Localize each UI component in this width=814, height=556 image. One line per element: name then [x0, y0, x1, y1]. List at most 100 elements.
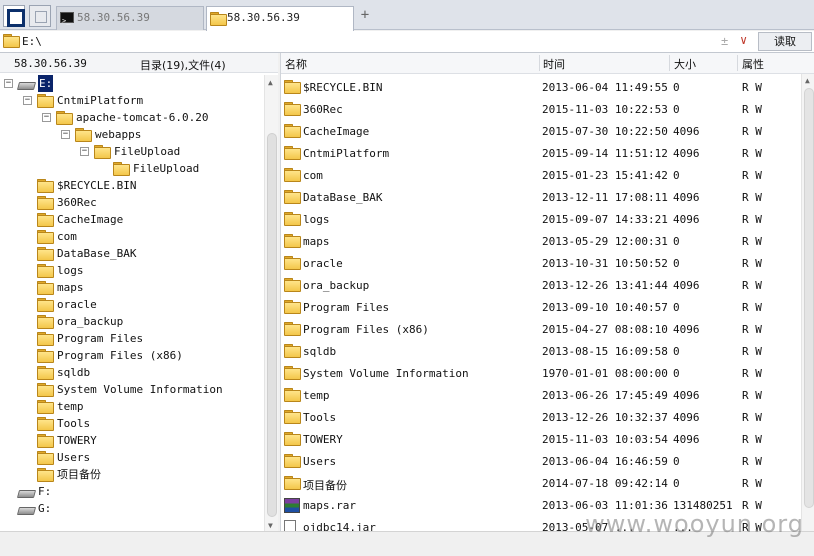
table-row[interactable]: ora_backup 2013-12-26 13:41:44 4096 R W [281, 275, 801, 297]
cell-attr: R W [742, 477, 762, 490]
scroll-up-icon[interactable]: ▲ [268, 78, 273, 87]
folder-icon [113, 162, 130, 176]
folder-icon [37, 468, 54, 482]
cell-size: 0 [673, 455, 680, 468]
cell-attr: R W [742, 345, 762, 358]
cell-size: 4096 [673, 213, 700, 226]
folder-icon [37, 434, 54, 448]
folder-icon [284, 476, 301, 490]
scroll-down-icon[interactable]: ▼ [268, 521, 273, 530]
table-row[interactable]: com 2015-01-23 15:41:42 0 R W [281, 165, 801, 187]
path-input[interactable]: E:\ [22, 35, 42, 48]
folder-icon [284, 190, 301, 204]
folder-icon [37, 366, 54, 380]
scroll-up-icon[interactable]: ▲ [805, 76, 810, 85]
collapse-icon[interactable]: − [23, 96, 32, 105]
cell-name: Users [303, 455, 337, 468]
cell-time: 2013-06-04 16:46:59 [542, 455, 668, 468]
tree-item-label: $RECYCLE.BIN [57, 179, 137, 192]
cell-time: 2013-12-26 13:41:44 [542, 279, 668, 292]
folder-icon [284, 344, 301, 358]
table-row[interactable]: maps 2013-05-29 12:00:31 0 R W [281, 231, 801, 253]
scrollbar-thumb[interactable] [804, 88, 814, 508]
table-row[interactable]: 项目备份 2014-07-18 09:42:14 0 R W [281, 473, 801, 495]
cell-name: sqldb [303, 345, 337, 358]
new-window-button[interactable] [29, 5, 51, 27]
cell-name: com [303, 169, 323, 182]
table-row[interactable]: CacheImage 2015-07-30 10:22:50 4096 R W [281, 121, 801, 143]
folder-icon [284, 168, 301, 182]
column-time[interactable]: 时间 [543, 56, 565, 72]
scrollbar-thumb[interactable] [267, 133, 277, 517]
cell-attr: R W [742, 411, 762, 424]
add-tab-icon[interactable]: + [358, 8, 372, 22]
folder-icon [284, 102, 301, 116]
table-row[interactable]: System Volume Information 1970-01-01 08:0… [281, 363, 801, 385]
tree-item-label: logs [57, 264, 84, 277]
table-row[interactable]: TOWERY 2015-11-03 10:03:54 4096 R W [281, 429, 801, 451]
tree-item-label: CacheImage [57, 213, 124, 226]
column-attr[interactable]: 属性 [742, 56, 764, 72]
folder-icon [37, 94, 54, 108]
collapse-icon[interactable]: − [61, 130, 70, 139]
cell-attr: R W [742, 301, 762, 314]
table-row[interactable]: oracle 2013-10-31 10:50:52 0 R W [281, 253, 801, 275]
folder-icon [37, 281, 54, 295]
table-row[interactable]: temp 2013-06-26 17:45:49 4096 R W [281, 385, 801, 407]
tab-file-manager[interactable]: 58.30.56.39 [206, 6, 354, 31]
cell-time: 2015-04-27 08:08:10 [542, 323, 668, 336]
cell-size: 0 [673, 257, 680, 270]
cell-name: 项目备份 [303, 479, 347, 492]
cell-name: Tools [303, 411, 337, 424]
cell-size: 4096 [673, 389, 700, 402]
table-row[interactable]: sqldb 2013-08-15 16:09:58 0 R W [281, 341, 801, 363]
tab-label: 58.30.56.39 [227, 11, 300, 24]
cell-name: maps.rar [303, 499, 356, 512]
tree-item-label: FileUpload [133, 162, 200, 175]
plus-minus-icon[interactable]: ± [721, 34, 728, 48]
column-name[interactable]: 名称 [285, 56, 307, 72]
tree-scrollbar[interactable]: ▲ ▼ [264, 75, 278, 533]
table-row[interactable]: 360Rec 2015-11-03 10:22:53 0 R W [281, 99, 801, 121]
collapse-icon[interactable]: − [42, 113, 51, 122]
table-row[interactable]: Program Files (x86) 2015-04-27 08:08:10 40… [281, 319, 801, 341]
path-bar: E:\ ± ∨ 读取 [0, 31, 814, 53]
tree-item-label: CntmiPlatform [57, 94, 144, 107]
layout-toggle-button[interactable] [3, 5, 25, 27]
table-row[interactable]: Users 2013-06-04 16:46:59 0 R W [281, 451, 801, 473]
table-row[interactable]: DataBase_BAK 2013-12-11 17:08:11 4096 R W [281, 187, 801, 209]
column-size[interactable]: 大小 [674, 56, 696, 72]
table-row[interactable]: $RECYCLE.BIN 2013-06-04 11:49:55 0 R W [281, 77, 801, 99]
cell-time: 2013-09-10 10:40:57 [542, 301, 668, 314]
cell-name: CntmiPlatform [303, 147, 390, 160]
cell-attr: R W [742, 169, 762, 182]
tab-label: 58.30.56.39 [77, 11, 150, 24]
table-row[interactable]: logs 2015-09-07 14:33:21 4096 R W [281, 209, 801, 231]
tree-item-label: System Volume Information [57, 383, 223, 396]
chevron-down-icon[interactable]: ∨ [740, 33, 747, 47]
folder-icon [284, 146, 301, 160]
cell-attr: R W [742, 323, 762, 336]
tree-item-label: Program Files (x86) [57, 349, 183, 362]
cell-name: Program Files [303, 301, 390, 314]
cell-name: DataBase_BAK [303, 191, 383, 204]
cell-time: 2013-06-26 17:45:49 [542, 389, 668, 402]
table-row[interactable]: Program Files 2013-09-10 10:40:57 0 R W [281, 297, 801, 319]
file-list-scrollbar[interactable]: ▲ [801, 74, 814, 531]
cell-name: System Volume Information [303, 367, 469, 380]
cell-attr: R W [742, 257, 762, 270]
tree-item-label: FileUpload [114, 145, 181, 158]
cell-time: 2015-11-03 10:03:54 [542, 433, 668, 446]
cell-name: logs [303, 213, 330, 226]
folder-icon [37, 349, 54, 363]
tab-terminal[interactable]: 58.30.56.39 [56, 6, 204, 32]
cell-attr: R W [742, 81, 762, 94]
cell-size: 4096 [673, 433, 700, 446]
host-label: 58.30.56.39 [14, 57, 87, 70]
read-button[interactable]: 读取 [758, 32, 812, 51]
cell-size: 4096 [673, 323, 700, 336]
table-row[interactable]: Tools 2013-12-26 10:32:37 4096 R W [281, 407, 801, 429]
collapse-icon[interactable]: − [4, 79, 13, 88]
collapse-icon[interactable]: − [80, 147, 89, 156]
table-row[interactable]: CntmiPlatform 2015-09-14 11:51:12 4096 R W [281, 143, 801, 165]
